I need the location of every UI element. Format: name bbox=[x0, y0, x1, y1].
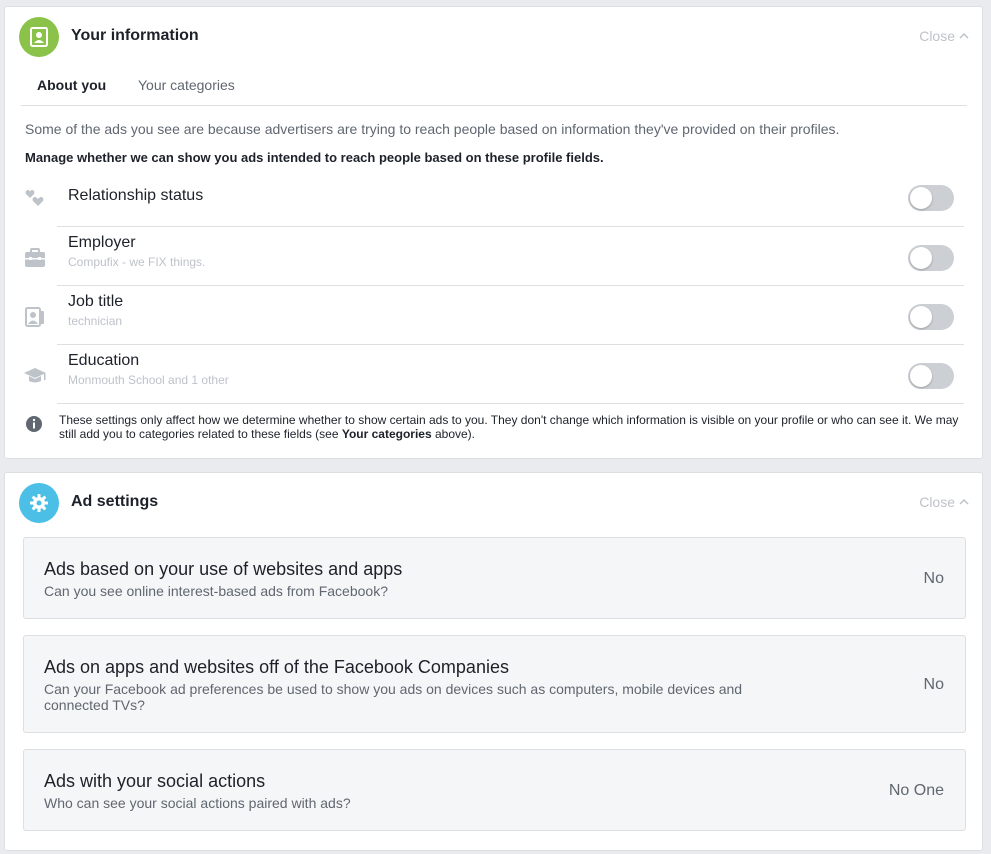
toggle-knob bbox=[910, 306, 932, 328]
section-title: Your information bbox=[71, 27, 199, 44]
field-label: Relationship status bbox=[68, 187, 204, 204]
profile-icon bbox=[19, 17, 59, 57]
setting-title: Ads on apps and websites off of the Face… bbox=[44, 657, 509, 677]
ad-settings-header: Ad settings Close bbox=[19, 483, 969, 523]
field-sub: Monmouth School and 1 other bbox=[68, 373, 229, 387]
close-button[interactable]: Close bbox=[919, 28, 969, 44]
briefcase-icon bbox=[23, 246, 47, 270]
tab-your-categories[interactable]: Your categories bbox=[138, 77, 235, 93]
close-label: Close bbox=[919, 494, 955, 510]
close-button[interactable]: Close bbox=[919, 494, 969, 510]
setting-websites-apps[interactable]: Ads based on your use of websites and ap… bbox=[23, 537, 966, 619]
footnote-part1: These settings only affect how we determ… bbox=[59, 413, 959, 441]
ad-settings-panel: Ad settings Close Ads based on your use … bbox=[4, 472, 983, 851]
job-title-toggle[interactable] bbox=[908, 304, 954, 330]
manage-text: Manage whether we can show you ads inten… bbox=[25, 150, 604, 165]
graduation-cap-icon bbox=[23, 364, 47, 388]
setting-title: Ads with your social actions bbox=[44, 771, 266, 791]
setting-value: No One bbox=[888, 782, 944, 799]
info-icon bbox=[26, 416, 42, 432]
close-label: Close bbox=[919, 28, 955, 44]
your-categories-ref: Your categories bbox=[341, 427, 432, 441]
setting-desc: Who can see your social actions paired w… bbox=[44, 795, 351, 811]
tab-bar: About you Your categories bbox=[21, 67, 967, 106]
field-sub: Compufix - we FIX things. bbox=[68, 255, 206, 269]
setting-desc: Can your Facebook ad preferences be used… bbox=[44, 681, 743, 713]
setting-value: No bbox=[923, 676, 944, 693]
toggle-knob bbox=[910, 365, 932, 387]
id-badge-icon bbox=[23, 305, 47, 329]
relationship-toggle[interactable] bbox=[908, 185, 954, 211]
footnote-text: These settings only affect how we determ… bbox=[59, 413, 965, 441]
setting-social-actions[interactable]: Ads with your social actions Who can see… bbox=[23, 749, 966, 831]
field-label: Employer bbox=[68, 234, 136, 251]
setting-value: No bbox=[923, 570, 944, 587]
your-information-header: Your information Close bbox=[19, 17, 969, 57]
field-sub: technician bbox=[68, 314, 123, 328]
setting-title: Ads based on your use of websites and ap… bbox=[44, 559, 403, 579]
setting-off-facebook[interactable]: Ads on apps and websites off of the Face… bbox=[23, 635, 966, 733]
section-title: Ad settings bbox=[71, 493, 159, 510]
field-label: Education bbox=[68, 352, 140, 369]
field-row-relationship: Relationship status bbox=[25, 168, 964, 227]
field-row-employer: Employer Compufix - we FIX things. bbox=[25, 227, 964, 286]
footnote-part2: above). bbox=[431, 427, 475, 441]
field-row-job-title: Job title technician bbox=[25, 286, 964, 345]
toggle-knob bbox=[910, 247, 932, 269]
your-information-panel: Your information Close About you Your ca… bbox=[4, 6, 983, 459]
chevron-up-icon bbox=[959, 32, 969, 39]
employer-toggle[interactable] bbox=[908, 245, 954, 271]
education-toggle[interactable] bbox=[908, 363, 954, 389]
field-row-education: Education Monmouth School and 1 other bbox=[24, 345, 964, 404]
intro-text: Some of the ads you see are because adve… bbox=[25, 121, 840, 137]
chevron-up-icon bbox=[959, 498, 969, 505]
toggle-knob bbox=[910, 187, 932, 209]
setting-desc: Can you see online interest-based ads fr… bbox=[44, 583, 388, 599]
field-label: Job title bbox=[68, 293, 124, 310]
tab-about-you[interactable]: About you bbox=[37, 77, 106, 93]
hearts-icon bbox=[23, 186, 47, 210]
gear-icon bbox=[19, 483, 59, 523]
